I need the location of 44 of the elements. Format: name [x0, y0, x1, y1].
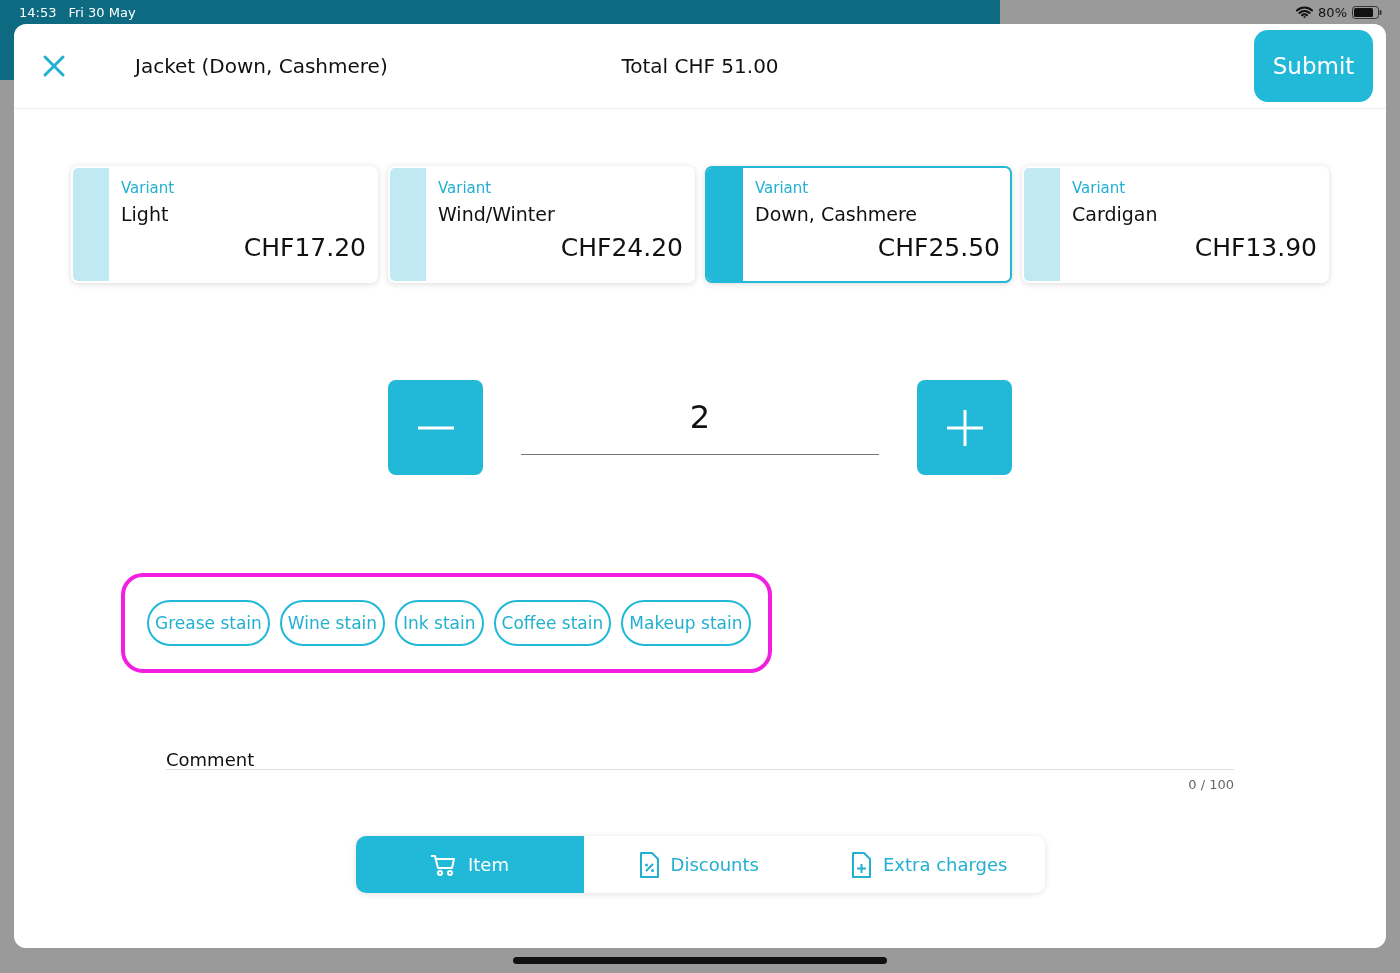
- stain-chip[interactable]: Grease stain: [147, 600, 270, 646]
- variant-name: Light: [121, 203, 169, 225]
- variant-card[interactable]: Variant Down, Cashmere CHF25.50: [705, 166, 1012, 283]
- decrease-button[interactable]: [388, 380, 483, 475]
- variant-caption: Variant: [1072, 179, 1126, 197]
- quantity-field[interactable]: 2: [521, 380, 879, 455]
- stain-chip[interactable]: Wine stain: [279, 600, 386, 646]
- stain-chip[interactable]: Coffee stain: [493, 600, 612, 646]
- cart-icon: [430, 853, 456, 876]
- plus-document-icon: [850, 851, 871, 878]
- variant-price: CHF17.20: [243, 233, 366, 262]
- item-title: Jacket (Down, Cashmere): [135, 54, 388, 78]
- tab[interactable]: Discounts: [583, 836, 814, 893]
- increase-button[interactable]: [917, 380, 1012, 475]
- variant-caption: Variant: [121, 179, 175, 197]
- character-counter: 0 / 100: [1188, 777, 1234, 792]
- minus-icon: [416, 425, 455, 430]
- percent-document-icon: [638, 851, 659, 878]
- close-button[interactable]: [42, 54, 66, 78]
- variant-price: CHF25.50: [877, 233, 1000, 262]
- stain-chip[interactable]: Ink stain: [395, 600, 484, 646]
- variant-price: CHF13.90: [1194, 233, 1317, 262]
- variant-card[interactable]: Variant Wind/Winter CHF24.20: [388, 166, 695, 283]
- battery-percent: 80%: [1318, 4, 1347, 20]
- comment-field[interactable]: Comment: [166, 749, 1234, 770]
- variant-card[interactable]: Variant Light CHF17.20: [71, 166, 378, 283]
- variant-card[interactable]: Variant Cardigan CHF13.90: [1022, 166, 1329, 283]
- plus-icon: [945, 408, 984, 447]
- variant-name: Down, Cashmere: [755, 203, 918, 225]
- stain-chip[interactable]: Makeup stain: [621, 600, 751, 646]
- submit-button[interactable]: Submit: [1254, 30, 1373, 102]
- tab[interactable]: Item: [355, 836, 584, 893]
- battery-icon: [1352, 5, 1382, 19]
- status-time: 14:53: [19, 4, 57, 20]
- variant-name: Cardigan: [1072, 203, 1158, 225]
- tab[interactable]: Extra charges: [814, 836, 1045, 893]
- variant-price: CHF24.20: [560, 233, 683, 262]
- wifi-icon: [1296, 6, 1314, 18]
- variant-name: Wind/Winter: [438, 203, 555, 225]
- status-date: Fri 30 May: [68, 4, 136, 20]
- variant-caption: Variant: [755, 179, 809, 197]
- order-total: Total CHF 51.00: [621, 54, 779, 78]
- comment-label: Comment: [166, 749, 255, 770]
- variant-caption: Variant: [438, 179, 492, 197]
